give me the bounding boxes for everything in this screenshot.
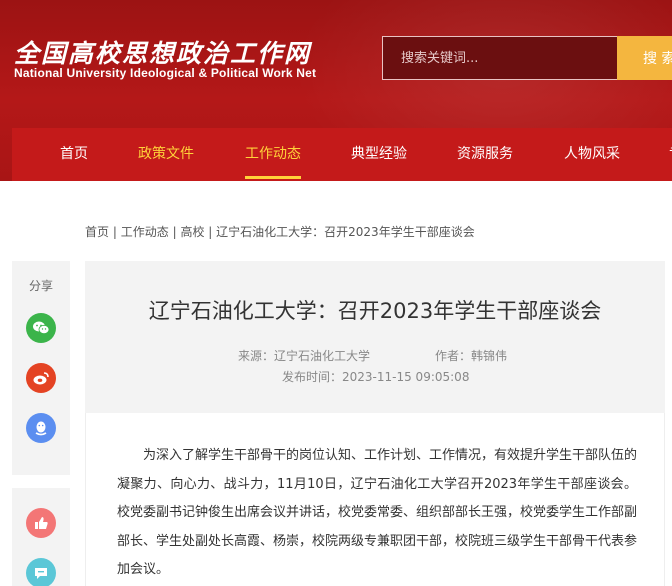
article-publish-time: 发布时间：2023-11-15 09:05:08	[282, 370, 470, 384]
site-logo-cn[interactable]: 全国高校思想政治工作网	[14, 34, 311, 70]
breadcrumb-current: 辽宁石油化工大学：召开2023年学生干部座谈会	[216, 225, 475, 239]
article-header: 辽宁石油化工大学：召开2023年学生干部座谈会 来源：辽宁石油化工大学 作者：韩…	[85, 261, 665, 413]
article-author: 作者：韩锦伟	[435, 349, 508, 363]
search-box	[382, 36, 618, 80]
article-title: 辽宁石油化工大学：召开2023年学生干部座谈会	[148, 299, 602, 323]
reaction-panel	[12, 488, 70, 586]
wechat-icon[interactable]	[26, 313, 56, 343]
breadcrumb: 首页 | 工作动态 | 高校 | 辽宁石油化工大学：召开2023年学生干部座谈会	[85, 223, 475, 240]
breadcrumb-separator: |	[172, 225, 177, 239]
nav-item-policy[interactable]: 政策文件	[138, 128, 194, 181]
like-icon[interactable]	[26, 508, 56, 538]
article-body: 为深入了解学生干部骨干的岗位认知、工作计划、工作情况，有效提升学生干部队伍的凝聚…	[85, 413, 665, 586]
article-source: 来源：辽宁石油化工大学	[238, 349, 371, 363]
breadcrumb-separator: |	[208, 225, 213, 239]
weibo-icon[interactable]	[26, 363, 56, 393]
nav-item-people[interactable]: 人物风采	[564, 128, 620, 181]
nav-active-indicator	[245, 176, 301, 179]
search-button[interactable]: 搜 索	[617, 36, 672, 80]
nav-item-resources[interactable]: 资源服务	[457, 128, 513, 181]
nav-item-news[interactable]: 工作动态	[245, 128, 301, 181]
breadcrumb-news[interactable]: 工作动态	[121, 225, 169, 239]
article-paragraph: 为深入了解学生干部骨干的岗位认知、工作计划、工作情况，有效提升学生干部队伍的凝聚…	[117, 448, 638, 577]
site-logo-en[interactable]: National University Ideological & Politi…	[14, 66, 316, 80]
nav-item-home[interactable]: 首页	[60, 128, 88, 181]
search-input[interactable]	[383, 37, 617, 79]
breadcrumb-university[interactable]: 高校	[180, 225, 204, 239]
nav-item-experience[interactable]: 典型经验	[351, 128, 407, 181]
main-nav: 首页 政策文件 工作动态 典型经验 资源服务 人物风采 专	[12, 128, 672, 181]
qq-icon[interactable]	[26, 413, 56, 443]
share-panel: 分享	[12, 261, 70, 475]
breadcrumb-home[interactable]: 首页	[85, 225, 109, 239]
share-label: 分享	[28, 279, 53, 293]
comment-icon[interactable]	[26, 558, 56, 586]
breadcrumb-separator: |	[112, 225, 117, 239]
